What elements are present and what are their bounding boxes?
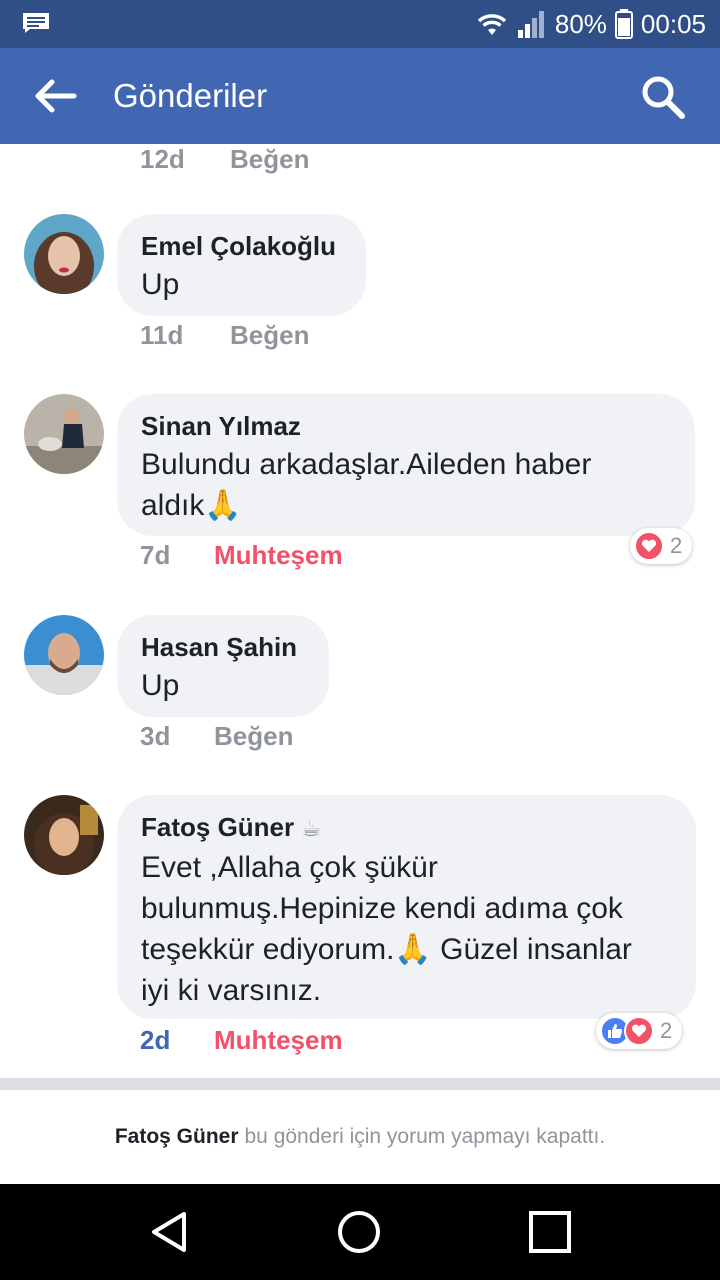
- comments-list: 12d Beğen Emel Çolakoğlu Up 11d Beğen Si…: [0, 144, 720, 1080]
- love-reaction-button[interactable]: Muhteşem: [214, 540, 343, 571]
- avatar[interactable]: [24, 214, 104, 294]
- clock: 00:05: [640, 8, 706, 39]
- comment-bubble: Hasan Şahin Up: [117, 615, 329, 717]
- comment-text-line: Bulundu arkadaşlar.Aileden haber: [141, 448, 592, 481]
- back-triangle-icon[interactable]: [146, 1208, 194, 1256]
- comment-time: 2d: [140, 1025, 171, 1055]
- commenter-name-text: Fatoş Güner: [141, 812, 295, 842]
- comment-time: 3d: [140, 721, 171, 751]
- comment-text-line: Evet ,Allaha çok şükür: [141, 851, 438, 884]
- comment-time: 11d: [140, 320, 184, 350]
- comment-text-line: iyi ki varsınız.: [141, 974, 322, 1007]
- divider: [0, 1078, 720, 1090]
- avatar[interactable]: [24, 394, 104, 474]
- comment-text-line: aldık🙏: [141, 489, 242, 522]
- wifi-icon: [477, 14, 507, 35]
- comment-meta: 2d Muhteşem: [140, 1025, 343, 1056]
- comment-bubble: Fatoş Güner ☕ Evet ,Allaha çok şükür bul…: [117, 795, 696, 1019]
- comment-bubble: Emel Çolakoğlu Up: [117, 214, 366, 316]
- commenter-name[interactable]: Hasan Şahin: [141, 629, 305, 665]
- like-button[interactable]: Beğen: [230, 320, 309, 351]
- back-arrow-icon[interactable]: [34, 76, 78, 116]
- commenter-name[interactable]: Sinan Yılmaz: [141, 408, 671, 444]
- closed-by-name[interactable]: Fatoş Güner: [115, 1125, 239, 1149]
- recents-square-icon[interactable]: [526, 1208, 574, 1256]
- comment-text-line: teşekkür ediyorum.🙏 Güzel insanlar: [141, 933, 632, 966]
- comment-time: 12d: [140, 144, 185, 174]
- page-title: Gönderiler: [113, 77, 268, 114]
- message-notification-icon: [23, 13, 49, 33]
- system-nav-bar: [0, 1184, 720, 1280]
- closed-notice-text: bu gönderi için yorum yapmayı kapattı.: [244, 1125, 606, 1148]
- comment-meta: 3d Beğen: [140, 721, 293, 752]
- battery-icon: [614, 9, 633, 39]
- status-bar: 80% 00:05: [0, 0, 720, 48]
- reaction-summary[interactable]: 2: [630, 528, 693, 564]
- comment-meta: 7d Muhteşem: [140, 540, 343, 571]
- comment-meta: 11d Beğen: [140, 320, 309, 351]
- like-button[interactable]: Beğen: [230, 144, 309, 175]
- comment-bubble: Sinan Yılmaz Bulundu arkadaşlar.Aileden …: [117, 394, 695, 536]
- search-icon[interactable]: [640, 74, 686, 120]
- app-bar: Gönderiler: [0, 48, 720, 144]
- avatar[interactable]: [24, 795, 104, 875]
- home-circle-icon[interactable]: [335, 1208, 383, 1256]
- love-reaction-icon: [624, 1016, 654, 1046]
- comment-text: Up: [141, 268, 180, 301]
- signal-icon: [517, 11, 544, 38]
- like-button[interactable]: Beğen: [214, 721, 293, 752]
- comment-text-line: bulunmuş.Hepinize kendi adıma çok: [141, 892, 623, 925]
- coffee-icon: ☕: [301, 816, 322, 841]
- avatar[interactable]: [24, 615, 104, 695]
- comment-time: 7d: [140, 540, 171, 570]
- commenter-name[interactable]: Emel Çolakoğlu: [141, 228, 342, 264]
- love-reaction-button[interactable]: Muhteşem: [214, 1025, 343, 1056]
- commenter-name[interactable]: Fatoş Güner ☕: [141, 809, 672, 847]
- comments-closed-notice: Fatoş Güner bu gönderi için yorum yapmay…: [0, 1090, 720, 1184]
- reaction-count: 2: [670, 533, 683, 558]
- battery-percent: 80%: [554, 8, 607, 39]
- love-reaction-icon: [634, 531, 664, 561]
- comment-text: Up: [141, 669, 180, 702]
- reaction-count: 2: [660, 1018, 673, 1043]
- reaction-summary[interactable]: 2: [596, 1013, 683, 1049]
- comment-meta: 12d Beğen: [140, 144, 309, 175]
